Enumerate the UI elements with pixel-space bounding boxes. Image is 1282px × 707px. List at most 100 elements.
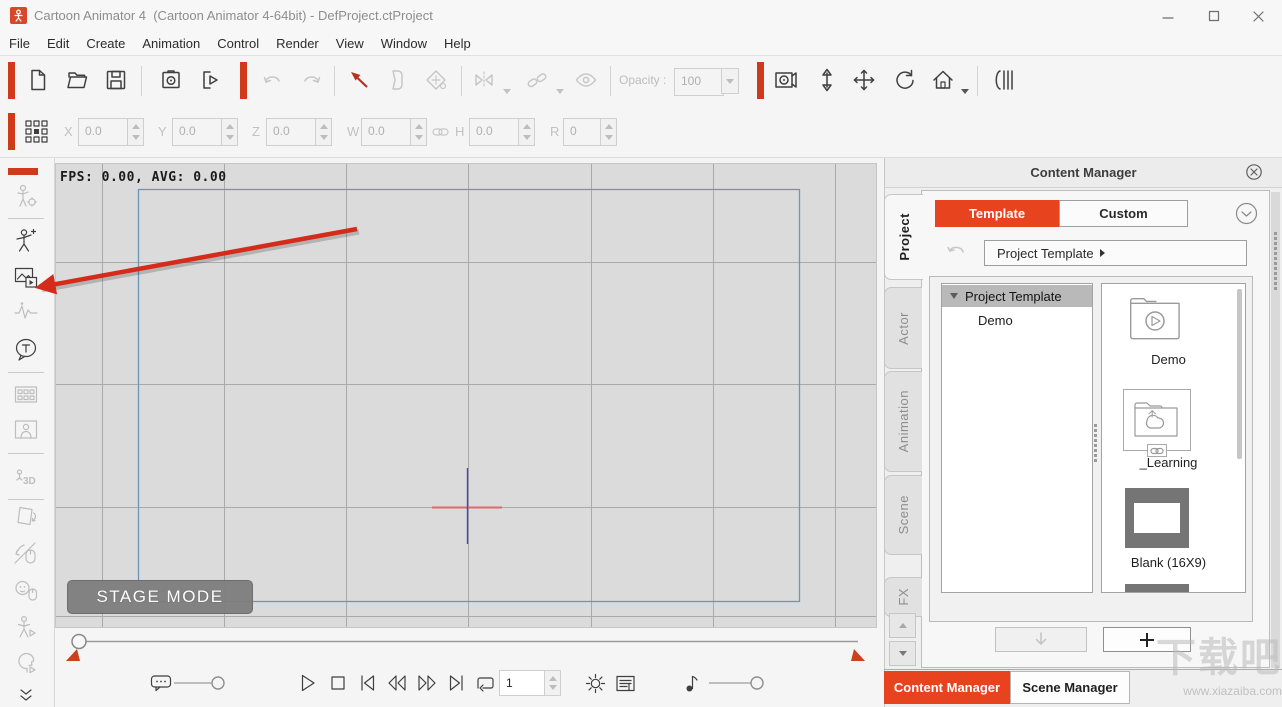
spinner-down-icon[interactable] bbox=[522, 134, 531, 140]
play-button[interactable] bbox=[292, 668, 322, 698]
breadcrumb-back-button[interactable] bbox=[946, 243, 970, 263]
move-down-button[interactable] bbox=[995, 627, 1087, 652]
spinner-up-icon[interactable] bbox=[604, 124, 613, 130]
minimize-button[interactable] bbox=[1152, 4, 1184, 28]
side-tab-fx[interactable]: FX bbox=[884, 577, 922, 617]
tab-template[interactable]: Template bbox=[935, 200, 1059, 227]
volume-slider[interactable] bbox=[705, 668, 767, 698]
h-input[interactable]: 0.0 bbox=[469, 118, 535, 146]
spinner-down-icon[interactable] bbox=[548, 685, 557, 691]
menu-create[interactable]: Create bbox=[86, 36, 125, 51]
z-input[interactable]: 0.0 bbox=[266, 118, 332, 146]
rotate-tool-button[interactable] bbox=[890, 65, 920, 95]
more-tools-chevrons-button[interactable] bbox=[17, 689, 37, 703]
snap-grid-button[interactable] bbox=[25, 120, 49, 144]
w-input[interactable]: 0.0 bbox=[361, 118, 427, 146]
face-mouse-puppet-button[interactable] bbox=[11, 576, 41, 604]
camera-view-button[interactable] bbox=[771, 65, 801, 95]
spinner-down-icon[interactable] bbox=[414, 134, 423, 140]
select-tool-button[interactable] bbox=[344, 65, 374, 95]
spinner-down-icon[interactable] bbox=[604, 134, 613, 140]
visibility-button[interactable] bbox=[571, 65, 601, 95]
y-input[interactable]: 0.0 bbox=[172, 118, 238, 146]
panel-close-button[interactable] bbox=[1245, 163, 1265, 183]
r-input[interactable]: 0 bbox=[563, 118, 617, 146]
audio-button[interactable] bbox=[11, 298, 41, 326]
next-frame-button[interactable] bbox=[412, 668, 442, 698]
side-tab-actor[interactable]: Actor bbox=[884, 287, 922, 369]
volume-note-icon[interactable] bbox=[677, 668, 707, 698]
actor-setup-button[interactable] bbox=[11, 182, 41, 210]
spinner-up-icon[interactable] bbox=[131, 124, 140, 130]
home-view-button[interactable] bbox=[928, 65, 958, 95]
opacity-input[interactable]: 100 bbox=[674, 68, 724, 96]
menu-animation[interactable]: Animation bbox=[142, 36, 200, 51]
menu-file[interactable]: File bbox=[9, 36, 30, 51]
link-button[interactable] bbox=[522, 65, 552, 95]
loop-range-button[interactable] bbox=[470, 668, 500, 698]
body-puppet-button[interactable] bbox=[11, 613, 41, 641]
range-end-marker[interactable] bbox=[851, 649, 865, 661]
panel-resize-strip[interactable] bbox=[1271, 192, 1280, 668]
flip-dropdown-icon[interactable] bbox=[503, 89, 511, 94]
go-to-start-button[interactable] bbox=[352, 668, 382, 698]
timeline-playhead-handle[interactable] bbox=[71, 633, 87, 650]
redo-button[interactable] bbox=[296, 65, 326, 95]
zoom-tool-button[interactable] bbox=[812, 65, 842, 95]
side-tabs-scroll-down-button[interactable] bbox=[889, 641, 916, 666]
render-preview-button[interactable] bbox=[156, 65, 186, 95]
render-options-button[interactable] bbox=[610, 668, 640, 698]
3d-pose-button[interactable]: 3D bbox=[11, 464, 41, 492]
menu-render[interactable]: Render bbox=[276, 36, 319, 51]
side-tabs-scroll-up-button[interactable] bbox=[889, 613, 916, 638]
breadcrumb-bar[interactable]: Project Template bbox=[984, 240, 1247, 266]
side-tab-project[interactable]: Project bbox=[884, 194, 923, 280]
export-button[interactable] bbox=[195, 65, 225, 95]
spinner-down-icon[interactable] bbox=[319, 134, 328, 140]
constrain-link-icon[interactable] bbox=[432, 125, 449, 143]
go-to-end-button[interactable] bbox=[442, 668, 472, 698]
spinner-down-icon[interactable] bbox=[225, 134, 234, 140]
close-button[interactable] bbox=[1242, 4, 1274, 28]
side-panel-curtain-button[interactable] bbox=[989, 65, 1019, 95]
tree-item-demo[interactable]: Demo bbox=[942, 310, 1092, 330]
spinner-up-icon[interactable] bbox=[319, 124, 328, 130]
save-project-button[interactable] bbox=[101, 65, 131, 95]
scene-manager-footer-tab[interactable]: Scene Manager bbox=[1010, 671, 1130, 704]
undo-button[interactable] bbox=[258, 65, 288, 95]
props-button[interactable] bbox=[11, 380, 41, 408]
stop-button[interactable] bbox=[323, 668, 353, 698]
flip-page-button[interactable] bbox=[11, 503, 41, 531]
move-tool-button[interactable] bbox=[849, 65, 879, 95]
side-tab-scene[interactable]: Scene bbox=[884, 475, 922, 555]
side-tab-animation[interactable]: Animation bbox=[884, 371, 922, 472]
template-paper-button[interactable] bbox=[381, 65, 411, 95]
add-content-button[interactable] bbox=[1103, 627, 1191, 652]
tree-collapse-icon[interactable] bbox=[950, 293, 958, 299]
item-learning[interactable] bbox=[1123, 389, 1191, 451]
scene-image-button[interactable] bbox=[11, 416, 41, 444]
text-bubble-button[interactable] bbox=[11, 335, 41, 363]
menu-view[interactable]: View bbox=[336, 36, 364, 51]
realtime-render-button[interactable] bbox=[580, 668, 610, 698]
link-dropdown-icon[interactable] bbox=[556, 89, 564, 94]
tree-item-project-template[interactable]: Project Template bbox=[942, 285, 1092, 307]
x-input[interactable]: 0.0 bbox=[78, 118, 144, 146]
menu-control[interactable]: Control bbox=[217, 36, 259, 51]
spinner-down-icon[interactable] bbox=[131, 134, 140, 140]
spinner-up-icon[interactable] bbox=[522, 124, 531, 130]
tab-custom[interactable]: Custom bbox=[1059, 200, 1188, 227]
new-project-button[interactable] bbox=[23, 65, 53, 95]
menu-help[interactable]: Help bbox=[444, 36, 471, 51]
item-blank-16x9[interactable] bbox=[1125, 488, 1189, 548]
panel-splitter-grip[interactable] bbox=[1094, 422, 1097, 464]
spinner-up-icon[interactable] bbox=[414, 124, 423, 130]
current-frame-input[interactable]: 1 bbox=[499, 670, 561, 696]
menu-edit[interactable]: Edit bbox=[47, 36, 69, 51]
content-manager-footer-tab[interactable]: Content Manager bbox=[884, 671, 1010, 704]
item-partial-next[interactable] bbox=[1125, 584, 1189, 592]
item-demo[interactable] bbox=[1127, 294, 1187, 346]
flip-button[interactable] bbox=[469, 65, 499, 95]
thumbnail-scrollbar[interactable] bbox=[1237, 289, 1242, 459]
open-project-button[interactable] bbox=[62, 65, 92, 95]
